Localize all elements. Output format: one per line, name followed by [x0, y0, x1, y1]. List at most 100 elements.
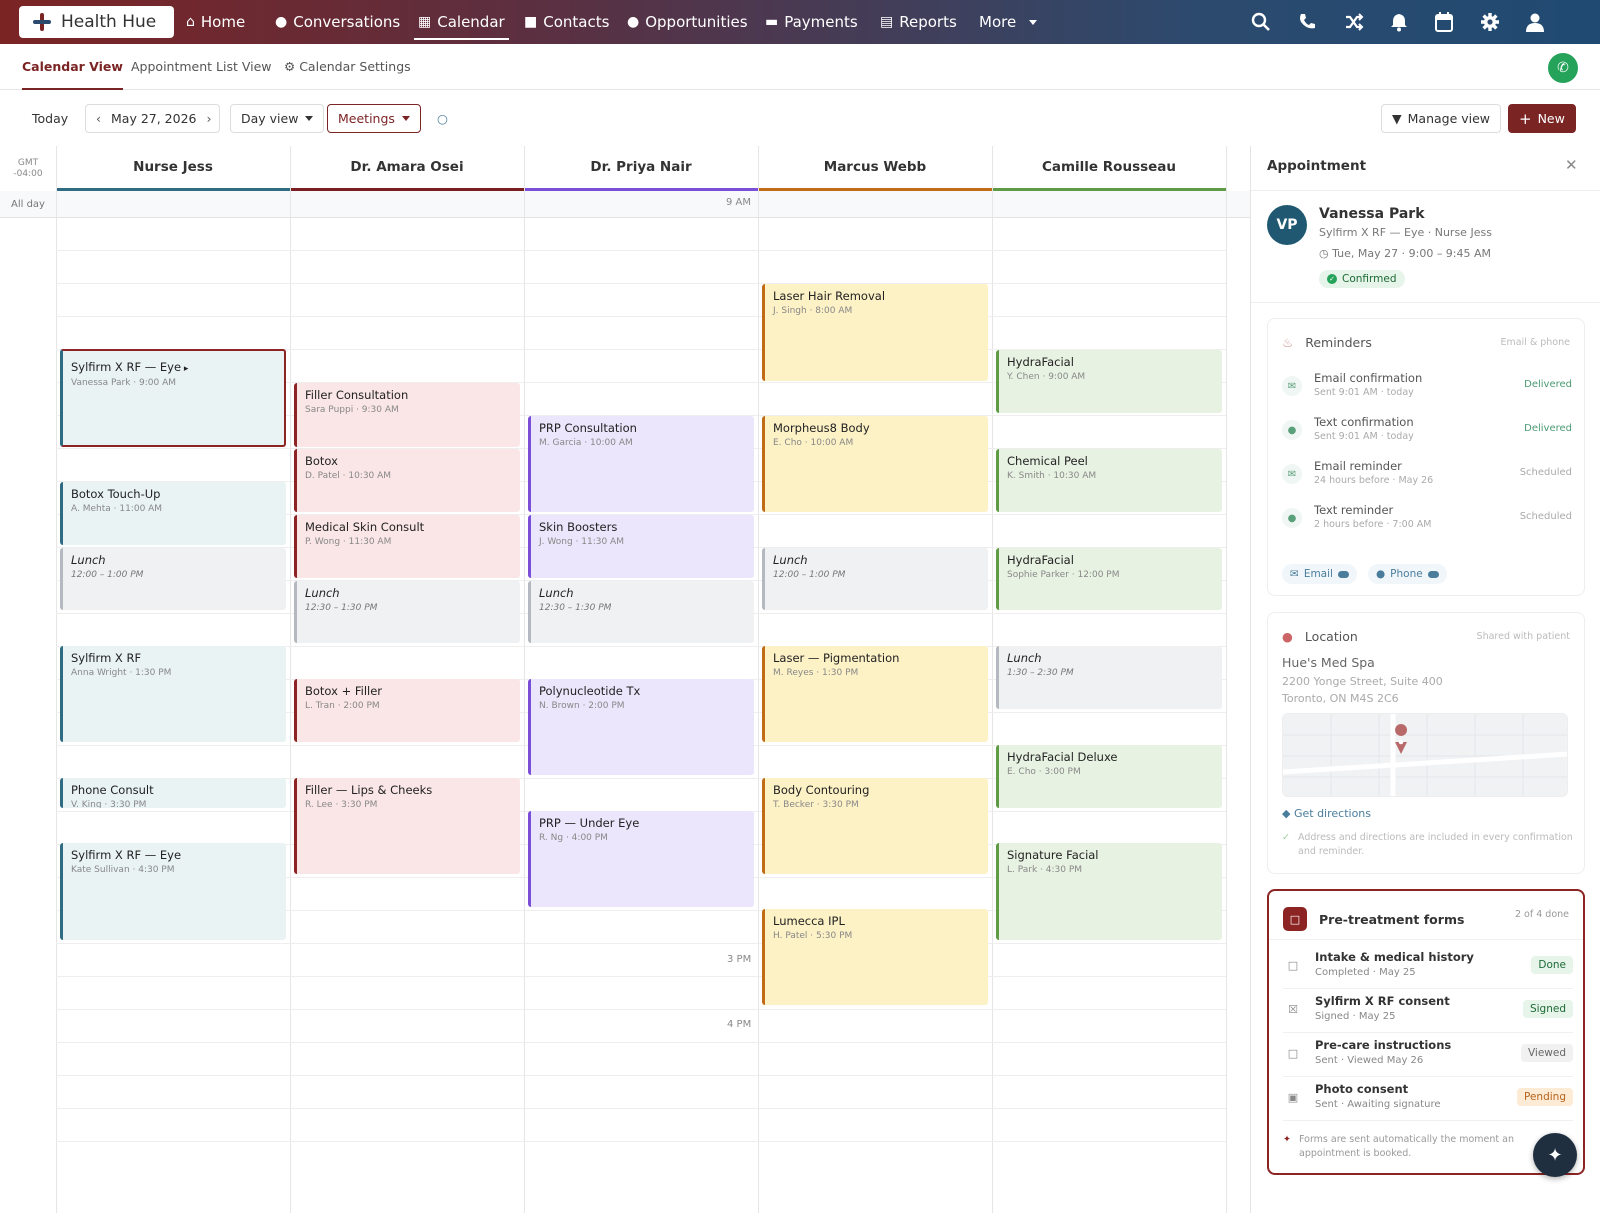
- appointment-event[interactable]: Laser — Pigmentation M. Reyes · 1:30 PM: [762, 646, 988, 742]
- appointment-event[interactable]: HydraFacial Y. Chen · 9:00 AM: [996, 350, 1222, 413]
- form-item[interactable]: □ Pre-care instructions Sent · Viewed May …: [1283, 1033, 1573, 1077]
- reminder-item[interactable]: ● Text confirmation Sent 9:01 AM · today De…: [1282, 415, 1572, 455]
- meetings-filter-label: Meetings: [338, 111, 395, 126]
- appointment-event[interactable]: HydraFacial Sophie Parker · 12:00 PM: [996, 548, 1222, 610]
- appointment-event[interactable]: Body Contouring T. Becker · 3:30 PM: [762, 778, 988, 874]
- appointment-event[interactable]: Signature Facial L. Park · 4:30 PM: [996, 843, 1222, 940]
- nav-home[interactable]: ⌂ Home: [186, 0, 245, 44]
- nav-contacts[interactable]: ■ Contacts: [524, 0, 609, 44]
- shuffle-icon[interactable]: [1340, 8, 1368, 36]
- email-toggle-chip[interactable]: ✉ Email: [1282, 564, 1357, 584]
- lightbulb-tips-icon[interactable]: ○: [427, 104, 458, 133]
- tab-calendar-view[interactable]: Calendar View: [22, 59, 123, 90]
- form-item[interactable]: ▣ Photo consent Sent · Awaiting signature P…: [1283, 1077, 1573, 1121]
- appointment-event[interactable]: Laser Hair Removal J. Singh · 8:00 AM: [762, 284, 988, 381]
- user-avatar-icon[interactable]: [1521, 8, 1549, 36]
- appointment-event[interactable]: PRP Consultation M. Garcia · 10:00 AM: [528, 416, 754, 512]
- appointment-event[interactable]: Skin Boosters J. Wong · 11:30 AM: [528, 515, 754, 578]
- bell-icon[interactable]: [1385, 8, 1413, 36]
- appointment-event[interactable]: Botox + Filler L. Tran · 2:00 PM: [294, 679, 520, 742]
- appointment-event[interactable]: Medical Skin Consult P. Wong · 11:30 AM: [294, 515, 520, 578]
- column-header-nurse-jess[interactable]: Nurse Jess: [56, 146, 290, 191]
- forms-divider: [1269, 939, 1583, 940]
- nav-payments[interactable]: ▬ Payments: [765, 0, 858, 44]
- appointment-event[interactable]: Polynucleotide Tx N. Brown · 2:00 PM: [528, 679, 754, 775]
- column-header-marcus-webb[interactable]: Marcus Webb: [758, 146, 992, 191]
- event-subtitle: 1:30 – 2:30 PM: [1007, 668, 1074, 678]
- nav-reports[interactable]: ▤ Reports: [880, 0, 957, 44]
- chevron-right-icon[interactable]: ›: [206, 111, 211, 126]
- ai-assistant-button[interactable]: ✦: [1533, 1133, 1577, 1177]
- form-subtitle: Sent · Awaiting signature: [1315, 1099, 1441, 1110]
- document-icon: ▣: [1287, 1090, 1299, 1104]
- lunch-block[interactable]: Lunch 12:00 – 1:00 PM: [762, 548, 988, 610]
- search-icon[interactable]: [1247, 8, 1275, 36]
- form-item[interactable]: □ Intake & medical history Completed · May…: [1283, 945, 1573, 989]
- directions-icon: ◆: [1282, 807, 1291, 820]
- nav-opportunities[interactable]: ● Opportunities: [627, 0, 748, 44]
- appointment-event[interactable]: Filler Consultation Sara Puppi · 9:30 AM: [294, 383, 520, 447]
- event-subtitle: L. Park · 4:30 PM: [1007, 865, 1083, 875]
- calendar-grid: GMT -04:00 All day Nurse Jess Dr. Amara Os…: [0, 146, 1250, 1213]
- appointment-event[interactable]: Morpheus8 Body E. Cho · 10:00 AM: [762, 416, 988, 512]
- appointment-event[interactable]: Lumecca IPL H. Patel · 5:30 PM: [762, 909, 988, 1005]
- appointment-event[interactable]: Filler — Lips & Cheeks R. Lee · 3:30 PM: [294, 778, 520, 874]
- patient-name[interactable]: Vanessa Park: [1319, 206, 1425, 222]
- nav-conversations[interactable]: ● Conversations: [275, 0, 400, 44]
- phone-icon[interactable]: [1293, 8, 1321, 36]
- chevron-left-icon[interactable]: ‹: [96, 111, 101, 126]
- tab-calendar-settings[interactable]: ⚙ Calendar Settings: [284, 59, 411, 74]
- appointment-event[interactable]: Sylfirm X RF — Eye ▸ Vanessa Park · 9:00 …: [60, 349, 286, 447]
- appointment-event[interactable]: Sylfirm X RF — Eye Kate Sullivan · 4:30 P…: [60, 843, 286, 940]
- tab-appointment-list-view[interactable]: Appointment List View: [131, 59, 272, 74]
- appointment-event[interactable]: HydraFacial Deluxe E. Cho · 3:00 PM: [996, 745, 1222, 808]
- get-directions-link[interactable]: ◆ Get directions: [1282, 807, 1371, 820]
- email-icon: ✉: [1282, 376, 1302, 396]
- event-subtitle: Y. Chen · 9:00 AM: [1007, 372, 1086, 382]
- appointment-event[interactable]: PRP — Under Eye R. Ng · 4:00 PM: [528, 811, 754, 907]
- appointment-event[interactable]: Phone Consult V. King · 3:30 PM: [60, 778, 286, 808]
- nav-more[interactable]: More: [979, 0, 1038, 44]
- event-subtitle: L. Tran · 2:00 PM: [305, 701, 380, 711]
- today-button[interactable]: Today: [22, 104, 79, 133]
- nav-calendar[interactable]: ▦ Calendar: [414, 0, 509, 44]
- reminder-item[interactable]: ● Text reminder 2 hours before · 7:00 AM Sc…: [1282, 503, 1572, 543]
- grid-row-line: [56, 1108, 1226, 1109]
- column-header-dr-priya-nair[interactable]: Dr. Priya Nair: [524, 146, 758, 191]
- reminder-item[interactable]: ✉ Email reminder 24 hours before · May 26 S…: [1282, 459, 1572, 499]
- column-header-camille-rousseau[interactable]: Camille Rousseau: [992, 146, 1226, 191]
- reminders-header: ♨ Reminders: [1282, 335, 1372, 350]
- close-icon[interactable]: ✕: [1565, 156, 1578, 174]
- current-date-label[interactable]: May 27, 2026: [111, 111, 196, 126]
- lunch-block[interactable]: Lunch 12:30 – 1:30 PM: [294, 581, 520, 643]
- appointment-event[interactable]: Botox Touch-Up A. Mehta · 11:00 AM: [60, 482, 286, 545]
- appointment-event[interactable]: Sylfirm X RF Anna Wright · 1:30 PM: [60, 646, 286, 742]
- nav-opportunities-label: Opportunities: [645, 13, 748, 31]
- reminder-status: Delivered: [1524, 423, 1572, 434]
- manage-view-button[interactable]: ▼ Manage view: [1381, 104, 1502, 133]
- reminder-item[interactable]: ✉ Email confirmation Sent 9:01 AM · today D…: [1282, 371, 1572, 411]
- calendar-subnav: Calendar View Appointment List View ⚙ Ca…: [0, 44, 1600, 90]
- lunch-block[interactable]: Lunch 12:30 – 1:30 PM: [528, 581, 754, 643]
- app-logo[interactable]: Health Hue: [19, 6, 174, 38]
- lunch-block[interactable]: Lunch 1:30 – 2:30 PM: [996, 646, 1222, 709]
- phone-toggle-chip[interactable]: ● Phone: [1368, 564, 1447, 584]
- lunch-block[interactable]: Lunch 12:00 – 1:00 PM: [60, 548, 286, 610]
- column-header-dr-amara-osei[interactable]: Dr. Amara Osei: [290, 146, 524, 191]
- calendar-toolbar-icon[interactable]: [1430, 8, 1458, 36]
- event-subtitle: M. Reyes · 1:30 PM: [773, 668, 859, 678]
- quick-call-button[interactable]: ✆: [1548, 53, 1578, 83]
- appointment-event[interactable]: Chemical Peel K. Smith · 10:30 AM: [996, 449, 1222, 512]
- event-title: Phone Consult: [71, 783, 154, 797]
- gear-icon[interactable]: [1476, 8, 1504, 36]
- form-item[interactable]: ☒ Sylfirm X RF consent Signed · May 25 Sign…: [1283, 989, 1573, 1033]
- view-selector[interactable]: Day view: [230, 104, 325, 133]
- caret-down-icon: [305, 116, 314, 121]
- phone-chip-label: Phone: [1390, 568, 1423, 580]
- all-day-row[interactable]: All day: [0, 191, 1250, 218]
- magic-wand-icon: ✦: [1547, 1144, 1563, 1166]
- meetings-filter[interactable]: Meetings: [327, 104, 421, 133]
- appointment-event[interactable]: Botox D. Patel · 10:30 AM: [294, 449, 520, 512]
- location-map[interactable]: [1282, 713, 1568, 797]
- new-appointment-button[interactable]: + New: [1508, 104, 1576, 133]
